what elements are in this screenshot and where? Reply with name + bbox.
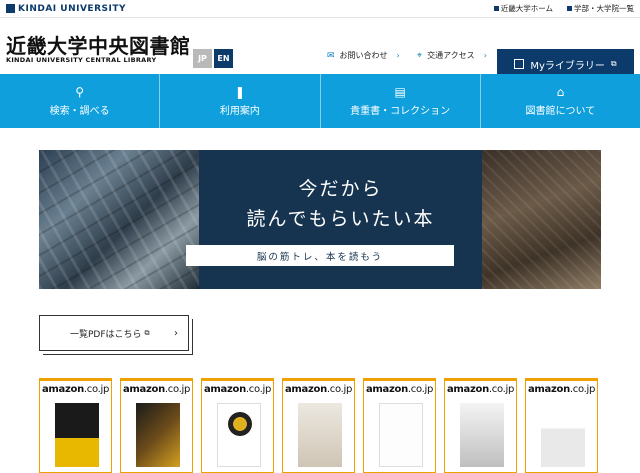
map-pin-icon: ⌖	[417, 50, 423, 61]
book-list: amazon .co.jp amazon .co.jp amazon .co.jp a…	[39, 378, 598, 473]
nav-item-collection[interactable]: ▤ 貴重書・コレクション	[321, 74, 481, 128]
top-link-label: 近畿大学ホーム	[500, 4, 553, 13]
top-link-label: 学部・大学院一覧	[574, 4, 634, 13]
library-subtitle: KINDAI UNIVERSITY CENTRAL LIBRARY	[6, 56, 157, 64]
top-utility-bar: KINDAI UNIVERSITY 近畿大学ホーム 学部・大学院一覧	[0, 0, 640, 18]
amazon-logo: amazon .co.jp	[446, 383, 515, 395]
mail-icon: ✉	[327, 50, 335, 61]
checkbox-icon	[514, 59, 525, 69]
top-link-kindai-home[interactable]: 近畿大学ホーム	[493, 3, 553, 14]
book-cover	[136, 403, 180, 467]
chevron-right-icon: ›	[396, 51, 400, 60]
book-cover	[298, 403, 342, 467]
book-card[interactable]: amazon .co.jp	[525, 378, 598, 473]
book-cover	[217, 403, 261, 467]
amazon-logo: amazon .co.jp	[527, 383, 596, 395]
amazon-logo: amazon .co.jp	[203, 383, 272, 395]
banner-headline-line2: 読んでもらいたい本	[246, 208, 435, 230]
access-label: 交通アクセス	[427, 51, 475, 60]
main-nav: ⚲ 検索・調べる ❚ 利用案内 ▤ 貴重書・コレクション ⌂ 図書館について	[0, 74, 640, 128]
lang-jp-button[interactable]: JP	[193, 49, 212, 68]
book-card[interactable]: amazon .co.jp	[120, 378, 193, 473]
pdf-list-button[interactable]: 一覧PDFはこちら ⧉ ›	[39, 315, 189, 351]
nav-item-label: 図書館について	[525, 105, 596, 117]
banner-tagline: 脳の筋トレ、本を読もう	[186, 245, 454, 266]
amazon-logo: amazon .co.jp	[122, 383, 191, 395]
lang-en-button[interactable]: EN	[214, 49, 233, 68]
book-cover	[460, 403, 504, 467]
contact-label: お問い合わせ	[339, 51, 388, 60]
nav-item-label: 検索・調べる	[49, 105, 110, 117]
site-header: 近畿大学中央図書館 KINDAI UNIVERSITY CENTRAL LIBR…	[0, 18, 640, 79]
book-cover	[379, 403, 423, 467]
square-bullet-icon	[567, 6, 572, 11]
amazon-logo: amazon .co.jp	[284, 383, 353, 395]
nav-item-search[interactable]: ⚲ 検索・調べる	[0, 74, 161, 128]
nav-item-label: 利用案内	[219, 105, 260, 117]
book-card[interactable]: amazon .co.jp	[282, 378, 355, 473]
contact-link[interactable]: ✉ お問い合わせ ›	[327, 50, 400, 61]
book-card[interactable]: amazon .co.jp	[39, 378, 112, 473]
amazon-logo: amazon .co.jp	[365, 383, 434, 395]
nav-item-label: 貴重書・コレクション	[350, 105, 451, 117]
pdf-list-label: 一覧PDFはこちら	[70, 329, 142, 340]
university-brand[interactable]: KINDAI UNIVERSITY	[6, 4, 126, 14]
book-cover	[541, 403, 585, 467]
nav-item-guide[interactable]: ❚ 利用案内	[160, 74, 321, 128]
library-title[interactable]: 近畿大学中央図書館	[6, 30, 191, 59]
books-stack-icon: ▤	[394, 84, 406, 99]
amazon-logo: amazon .co.jp	[41, 383, 110, 395]
mylibrary-label: Myライブラリー	[530, 60, 605, 72]
banner-photo-right	[482, 150, 601, 289]
library-building-icon: ⌂	[556, 84, 565, 99]
top-links: 近畿大学ホーム 学部・大学院一覧	[493, 3, 634, 14]
square-bullet-icon	[493, 6, 499, 11]
chevron-right-icon: ›	[174, 327, 178, 339]
book-cover	[55, 403, 99, 467]
external-link-icon: ⧉	[144, 328, 150, 337]
feature-banner[interactable]: 今だから 読んでもらいたい本 脳の筋トレ、本を読もう	[39, 150, 601, 289]
access-link[interactable]: ⌖ 交通アクセス ›	[417, 50, 487, 61]
search-icon: ⚲	[75, 84, 85, 99]
chevron-right-icon: ›	[483, 51, 487, 60]
book-card[interactable]: amazon .co.jp	[444, 378, 517, 473]
book-card[interactable]: amazon .co.jp	[363, 378, 436, 473]
nav-item-about[interactable]: ⌂ 図書館について	[481, 74, 640, 128]
kindai-logo-icon	[6, 4, 15, 13]
book-card[interactable]: amazon .co.jp	[201, 378, 274, 473]
brand-text: KINDAI UNIVERSITY	[18, 3, 126, 14]
book-open-icon: ❚	[234, 84, 245, 99]
banner-headline-line1: 今だから	[298, 178, 383, 200]
top-link-faculties[interactable]: 学部・大学院一覧	[567, 3, 634, 14]
banner-photo-left	[39, 150, 199, 289]
external-link-icon: ⧉	[610, 59, 617, 68]
